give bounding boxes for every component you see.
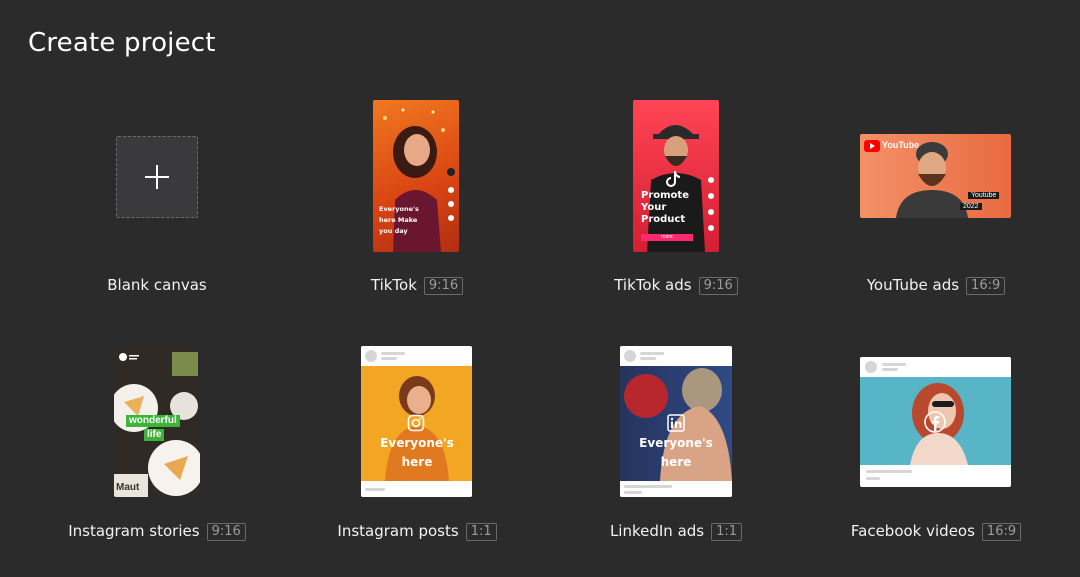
aspect-ratio-badge: 16:9: [981, 523, 1022, 541]
template-card-instagram-stories[interactable]: wonderful life Maut Instagram stories 9:1…: [37, 342, 277, 552]
facebook-icon: [924, 411, 946, 433]
linkedin-ads-thumbnail[interactable]: Everyone's here: [620, 346, 732, 497]
template-card-linkedin-ads[interactable]: Everyone's here LinkedIn ads 1:1: [556, 342, 796, 552]
tiktok-icon: [666, 171, 680, 187]
text-placeholder: [882, 363, 906, 366]
avatar-placeholder: [624, 350, 636, 362]
instagram-stories-thumbnail[interactable]: wonderful life Maut: [114, 346, 200, 497]
template-card-tiktok-ads[interactable]: Promote Your Product more TikTok ads 9:16: [556, 96, 796, 306]
text-placeholder: [640, 357, 656, 360]
template-card-blank-canvas[interactable]: Blank canvas: [37, 96, 277, 306]
blank-canvas-thumbnail[interactable]: [116, 136, 198, 218]
card-label: YouTube ads 16:9: [816, 276, 1056, 295]
avatar-placeholder: [865, 361, 877, 373]
linkedin-overlay-text: Everyone's here: [639, 436, 713, 469]
tiktok-ads-overlay-text: Promote Your Product: [641, 190, 689, 225]
page-title: Create project: [28, 28, 216, 58]
stories-overlay-line2: life: [144, 429, 165, 441]
post-image: Everyone's here: [620, 366, 732, 481]
aspect-ratio-badge: 9:16: [423, 277, 464, 295]
youtube-tag: Youtube: [968, 192, 1000, 199]
youtube-brand-text: YouTube: [882, 140, 920, 150]
avatar-placeholder: [365, 350, 377, 362]
card-label: Instagram stories 9:16: [37, 522, 277, 541]
menu-icon: [119, 353, 139, 361]
tiktok-side-icons: [447, 168, 455, 221]
post-image: Everyone's here: [361, 366, 472, 481]
post-footer: [620, 481, 732, 497]
text-placeholder: [624, 485, 672, 488]
aspect-ratio-badge: 1:1: [465, 523, 497, 541]
card-label: Facebook videos 16:9: [816, 522, 1056, 541]
post-image: [860, 377, 1011, 465]
youtube-icon: [864, 140, 880, 152]
text-placeholder: [365, 488, 385, 491]
linkedin-icon: [667, 414, 685, 432]
more-button: more: [641, 234, 693, 241]
post-header: [361, 346, 472, 366]
text-placeholder: [866, 470, 912, 473]
youtube-year-tag: 2022: [960, 203, 982, 210]
tiktok-side-icons: [708, 177, 714, 231]
text-placeholder: [882, 368, 898, 371]
card-label: TikTok ads 9:16: [556, 276, 796, 295]
facebook-videos-thumbnail[interactable]: [860, 357, 1011, 487]
stories-corner-text: Maut: [116, 482, 140, 493]
template-card-youtube-ads[interactable]: YouTube Youtube 2022 YouTube ads 16:9: [816, 96, 1056, 306]
instagram-icon: [407, 414, 425, 432]
text-placeholder: [381, 357, 397, 360]
template-card-instagram-posts[interactable]: Everyone's here Instagram posts 1:1: [297, 342, 537, 552]
aspect-ratio-badge: 16:9: [966, 277, 1006, 295]
post-footer: [361, 481, 472, 497]
card-label: LinkedIn ads 1:1: [556, 522, 796, 541]
stories-overlay-line1: wonderful: [126, 415, 180, 427]
text-placeholder: [624, 491, 642, 494]
youtube-ads-thumbnail[interactable]: YouTube Youtube 2022: [860, 134, 1011, 218]
text-placeholder: [381, 352, 405, 355]
template-card-facebook-videos[interactable]: Facebook videos 16:9: [816, 342, 1056, 552]
tiktok-overlay-text: Everyone's here Make you day: [379, 205, 419, 235]
instagram-posts-thumbnail[interactable]: Everyone's here: [361, 346, 472, 497]
post-header: [620, 346, 732, 366]
post-header: [860, 357, 1011, 377]
tiktok-thumbnail[interactable]: Everyone's here Make you day: [373, 100, 459, 252]
instagram-overlay-text: Everyone's here: [380, 436, 454, 469]
aspect-ratio-badge: 1:1: [711, 523, 743, 541]
aspect-ratio-badge: 9:16: [206, 523, 246, 541]
card-label: TikTok 9:16: [297, 276, 537, 295]
plus-icon: [145, 165, 169, 189]
tiktok-ads-thumbnail[interactable]: Promote Your Product more: [633, 100, 719, 252]
aspect-ratio-badge: 9:16: [698, 277, 738, 295]
card-label: Instagram posts 1:1: [297, 522, 537, 541]
text-placeholder: [866, 477, 880, 480]
text-placeholder: [640, 352, 664, 355]
card-label: Blank canvas: [107, 276, 207, 294]
template-card-tiktok[interactable]: Everyone's here Make you day TikTok 9:16: [297, 96, 537, 306]
